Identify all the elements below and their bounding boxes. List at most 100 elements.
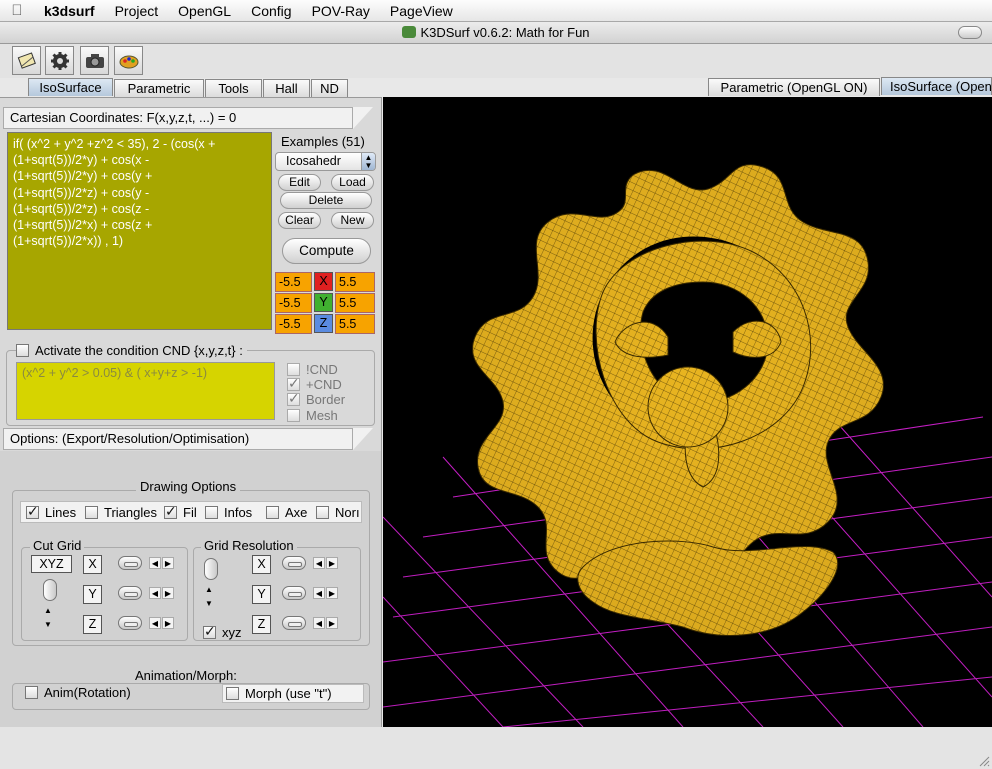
delete-button[interactable]: Delete xyxy=(280,192,372,209)
xyz-checkbox[interactable]: xyz xyxy=(203,623,242,640)
menu-project[interactable]: Project xyxy=(105,3,169,19)
load-button[interactable]: Load xyxy=(331,174,374,191)
xyz-button[interactable]: XYZ xyxy=(31,555,72,573)
mesh-box[interactable] xyxy=(287,409,300,422)
condition-expression-input[interactable]: (x^2 + y^2 > 0.05) & ( x+y+z > -1) xyxy=(16,362,275,420)
lines-box[interactable] xyxy=(26,503,39,520)
tab-tools[interactable]: Tools xyxy=(205,79,262,97)
mesh-label: Mesh xyxy=(306,408,338,423)
axe-checkbox[interactable]: Axe xyxy=(266,505,307,520)
notebook-icon[interactable] xyxy=(12,46,41,75)
x-min-input[interactable]: -5.5 xyxy=(275,272,312,292)
xyz-label: xyz xyxy=(222,625,242,640)
drawing-options-title: Drawing Options xyxy=(136,479,241,494)
new-button[interactable]: New xyxy=(331,212,374,229)
cut-grid-title: Cut Grid xyxy=(30,538,85,553)
res-y-slider[interactable]: ◀ ▶ xyxy=(276,585,341,602)
clear-button[interactable]: Clear xyxy=(278,212,321,229)
examples-label: Examples (51) xyxy=(281,134,365,149)
infos-box[interactable] xyxy=(205,506,218,519)
normales-box[interactable] xyxy=(316,506,329,519)
fill-label: Fil xyxy=(183,505,197,520)
axe-label: Axe xyxy=(285,505,308,520)
tab-parametric-opengl[interactable]: Parametric (OpenGL ON) xyxy=(708,78,880,96)
not-cnd-label: !CND xyxy=(306,362,338,377)
menu-config[interactable]: Config xyxy=(241,3,301,19)
resize-grip-icon[interactable] xyxy=(978,755,990,767)
x-max-input[interactable]: 5.5 xyxy=(335,272,375,292)
border-checkbox[interactable]: Border xyxy=(287,390,345,407)
z-max-input[interactable]: 5.5 xyxy=(335,314,375,334)
triangles-checkbox[interactable]: Triangles xyxy=(85,505,157,520)
fill-box[interactable] xyxy=(164,503,177,520)
triangles-box[interactable] xyxy=(85,506,98,519)
res-x-slider[interactable]: ◀ ▶ xyxy=(276,555,341,572)
chevron-updown-icon: ▲ ▼ xyxy=(361,153,375,170)
cut-x-label: X xyxy=(83,555,102,574)
normales-label: Norı xyxy=(335,505,360,520)
lines-label: Lines xyxy=(45,505,77,520)
menu-app[interactable]: k3dsurf xyxy=(34,3,105,19)
anim-rotation-checkbox[interactable]: Anim(Rotation) xyxy=(25,685,131,700)
cut-z-label: Z xyxy=(83,615,102,634)
cut-grid-vslider[interactable]: ▲ ▼ xyxy=(42,576,58,636)
xyz-box[interactable] xyxy=(203,623,216,640)
condition-checkbox-box[interactable] xyxy=(16,344,29,357)
edit-button[interactable]: Edit xyxy=(278,174,321,191)
cartesian-header: Cartesian Coordinates: F(x,y,z,t, ...) =… xyxy=(3,107,373,129)
compute-button[interactable]: Compute xyxy=(282,238,371,264)
morph-label: Morph (use "t") xyxy=(245,686,332,701)
cut-y-slider[interactable]: ◀ ▶ xyxy=(112,585,177,602)
normales-checkbox[interactable]: Norı xyxy=(316,505,360,520)
cut-x-slider[interactable]: ◀ ▶ xyxy=(112,555,177,572)
tab-nd[interactable]: ND xyxy=(311,79,348,97)
camera-icon[interactable] xyxy=(80,46,109,75)
fill-checkbox[interactable]: Fil xyxy=(164,503,197,520)
y-axis-label: Y xyxy=(314,293,333,312)
border-box[interactable] xyxy=(287,390,300,407)
menu-pageview[interactable]: PageView xyxy=(380,3,463,19)
isosurface-render xyxy=(383,97,992,727)
y-max-input[interactable]: 5.5 xyxy=(335,293,375,313)
tab-isosurface[interactable]: IsoSurface xyxy=(28,78,113,96)
palette-icon[interactable] xyxy=(114,46,143,75)
res-x-label: X xyxy=(252,555,271,574)
opengl-viewport[interactable] xyxy=(383,97,992,727)
y-min-input[interactable]: -5.5 xyxy=(275,293,312,313)
cut-z-slider[interactable]: ◀ ▶ xyxy=(112,615,177,632)
animation-title: Animation/Morph: xyxy=(132,668,240,683)
mesh-checkbox[interactable]: Mesh xyxy=(287,408,338,423)
options-header: Options: (Export/Resolution/Optimisation… xyxy=(3,428,373,450)
examples-select[interactable]: Icosahedr ▲ ▼ xyxy=(275,152,376,171)
menu-opengl[interactable]: OpenGL xyxy=(168,3,241,19)
res-z-slider[interactable]: ◀ ▶ xyxy=(276,615,341,632)
morph-checkbox[interactable]: Morph (use "t") xyxy=(226,686,332,701)
z-min-input[interactable]: -5.5 xyxy=(275,314,312,334)
condition-checkbox[interactable]: Activate the condition CND {x,y,z,t} : xyxy=(16,343,247,358)
x-axis-label: X xyxy=(314,272,333,291)
condition-label: Activate the condition CND {x,y,z,t} : xyxy=(35,343,243,358)
app-icon xyxy=(402,26,417,38)
toolbar-toggle-button[interactable] xyxy=(958,26,982,39)
tab-hall[interactable]: Hall xyxy=(263,79,310,97)
tab-parametric[interactable]: Parametric xyxy=(114,79,204,97)
apple-menu-icon[interactable]:  xyxy=(0,2,34,19)
tab-isosurface-opengl[interactable]: IsoSurface (Open xyxy=(881,77,992,95)
axe-box[interactable] xyxy=(266,506,279,519)
menu-povray[interactable]: POV-Ray xyxy=(302,3,380,19)
window-titlebar: K3DSurf v0.6.2: Math for Fun xyxy=(0,22,992,44)
formula-editor[interactable]: if( (x^2 + y^2 +z^2 < 35), 2 - (cos(x + … xyxy=(7,132,272,330)
infos-checkbox[interactable]: Infos xyxy=(205,505,252,520)
menubar:  k3dsurf Project OpenGL Config POV-Ray … xyxy=(0,0,992,22)
status-bar xyxy=(0,727,992,769)
plus-cnd-label: +CND xyxy=(306,377,342,392)
anim-rotation-box[interactable] xyxy=(25,686,38,699)
grid-res-vslider[interactable]: ▲ ▼ xyxy=(203,555,219,615)
window-title: K3DSurf v0.6.2: Math for Fun xyxy=(420,25,590,40)
morph-box[interactable] xyxy=(226,687,239,700)
formula-line: (1+sqrt(5))/2*x) + cos(z + xyxy=(13,218,153,233)
formula-line: (1+sqrt(5))/2*y) + cos(x - xyxy=(13,153,150,168)
triangles-label: Triangles xyxy=(104,505,157,520)
gear-icon[interactable] xyxy=(45,46,74,75)
lines-checkbox[interactable]: Lines xyxy=(26,503,77,520)
